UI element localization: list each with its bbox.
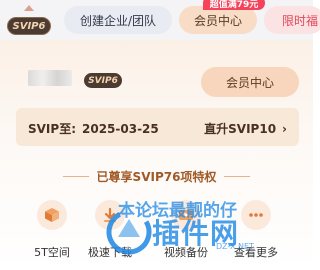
chevron-right-icon: › [282,121,287,136]
top-bar: SVIP6 创建企业/团队 会员中心 限时福 超值满79元 [0,0,320,40]
watermark-url: DZ-X.NET [216,242,254,251]
cube-storage-icon [37,200,67,230]
more-icon [241,200,271,230]
expiry-date: 2025-03-25 [82,122,159,136]
divider-left [62,176,89,177]
expiry-label: SVIP至: [28,122,76,136]
upgrade-label: 直升SVIP10 [204,122,277,136]
create-team-tab[interactable]: 创建企业/团队 [64,6,172,34]
upgrade-svip10-link[interactable]: 直升SVIP10 › [204,120,287,137]
chip-pointer-icon [24,5,34,11]
svip-level-chip[interactable]: SVIP6 [7,17,51,35]
limited-offer-tab[interactable]: 限时福 [264,6,320,34]
feature-storage[interactable]: 5T空间 [22,200,82,264]
watermark-logo-icon [106,209,152,255]
feature-label: 5T空间 [34,246,70,259]
username-blurred [28,70,72,86]
expiry-info: SVIP至: 2025-03-25 [28,120,159,137]
promo-badge: 超值满79元 [203,0,265,10]
benefit-heading: 已尊享SVIP76项特权 [0,168,313,185]
svip-level-badge: SVIP6 [84,73,122,88]
member-center-tab[interactable]: 会员中心 [179,6,257,34]
benefit-title: 已尊享SVIP76项特权 [96,170,217,184]
member-center-button[interactable]: 会员中心 [201,67,299,97]
svip-expiry-card: SVIP至: 2025-03-25 直升SVIP10 › [16,108,299,146]
divider-right [224,176,251,177]
